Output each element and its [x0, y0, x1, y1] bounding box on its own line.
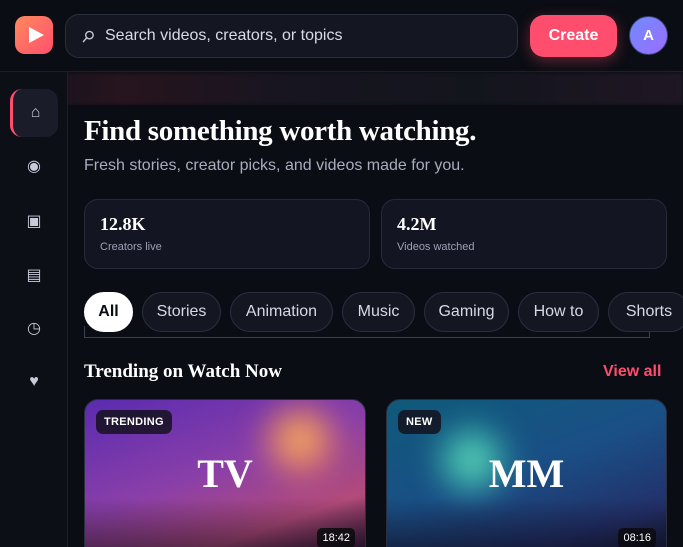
search-bar[interactable]: Search videos, creators, or topics	[65, 14, 518, 58]
sidebar-item-liked[interactable]: ♥	[10, 358, 58, 406]
stat-label: Creators live	[100, 241, 162, 253]
subscriptions-icon: ▣	[26, 213, 42, 230]
sidebar-item-home[interactable]: ⌂	[10, 89, 58, 137]
create-button[interactable]: Create	[530, 15, 617, 57]
video-card[interactable]: NEW MM 08:16	[386, 399, 667, 547]
stat-value: 4.2M	[397, 214, 437, 234]
view-all-link[interactable]: View all	[603, 363, 661, 381]
chip-how-to[interactable]: How to	[518, 292, 599, 332]
chip-music[interactable]: Music	[342, 292, 415, 332]
main-content: Find something worth watching. Fresh sto…	[68, 105, 683, 547]
stat-card-videos: 4.2M Videos watched	[381, 199, 667, 269]
section-title: Trending on Watch Now	[84, 361, 282, 382]
header-banner-glow	[0, 73, 683, 105]
top-bar: Search videos, creators, or topics Creat…	[0, 0, 683, 72]
stat-label: Videos watched	[397, 241, 475, 253]
stat-card-creators: 12.8K Creators live	[84, 199, 370, 269]
status-badge: TRENDING	[96, 410, 172, 434]
duration-badge: 18:42	[317, 528, 355, 547]
duration-badge: 08:16	[618, 528, 656, 547]
sidebar-item-explore[interactable]: ◉	[10, 142, 58, 190]
status-badge: NEW	[398, 410, 441, 434]
home-icon: ⌂	[30, 104, 41, 121]
thumbnail-monogram: TV	[197, 451, 253, 496]
sidebar-item-history[interactable]: ◷	[10, 304, 58, 352]
stat-value: 12.8K	[100, 214, 146, 234]
history-icon: ◷	[27, 320, 41, 337]
avatar[interactable]: A	[629, 16, 668, 55]
liked-icon: ♥	[29, 373, 39, 390]
video-card[interactable]: TRENDING TV 18:42	[84, 399, 366, 547]
library-icon: ▤	[26, 267, 42, 284]
explore-icon: ◉	[27, 158, 41, 175]
search-input[interactable]: Search videos, creators, or topics	[105, 27, 342, 45]
chip-all[interactable]: All	[84, 292, 133, 332]
chip-shorts[interactable]: Shorts	[608, 292, 683, 332]
search-icon	[82, 29, 96, 43]
thumbnail-monogram: MM	[488, 451, 565, 496]
chip-gaming[interactable]: Gaming	[424, 292, 509, 332]
play-logo-icon[interactable]	[15, 16, 53, 54]
sidebar-item-subscriptions[interactable]: ▣	[10, 197, 58, 245]
page-subtitle: Fresh stories, creator picks, and videos…	[84, 157, 465, 174]
chip-animation[interactable]: Animation	[230, 292, 333, 332]
sidebar-item-library[interactable]: ▤	[10, 251, 58, 299]
chip-stories[interactable]: Stories	[142, 292, 221, 332]
page-title: Find something worth watching.	[84, 115, 477, 147]
sidebar: ⌂ ◉ ▣ ▤ ◷ ♥	[0, 72, 68, 547]
category-chips: All Stories Animation Music Gaming How t…	[84, 292, 683, 332]
